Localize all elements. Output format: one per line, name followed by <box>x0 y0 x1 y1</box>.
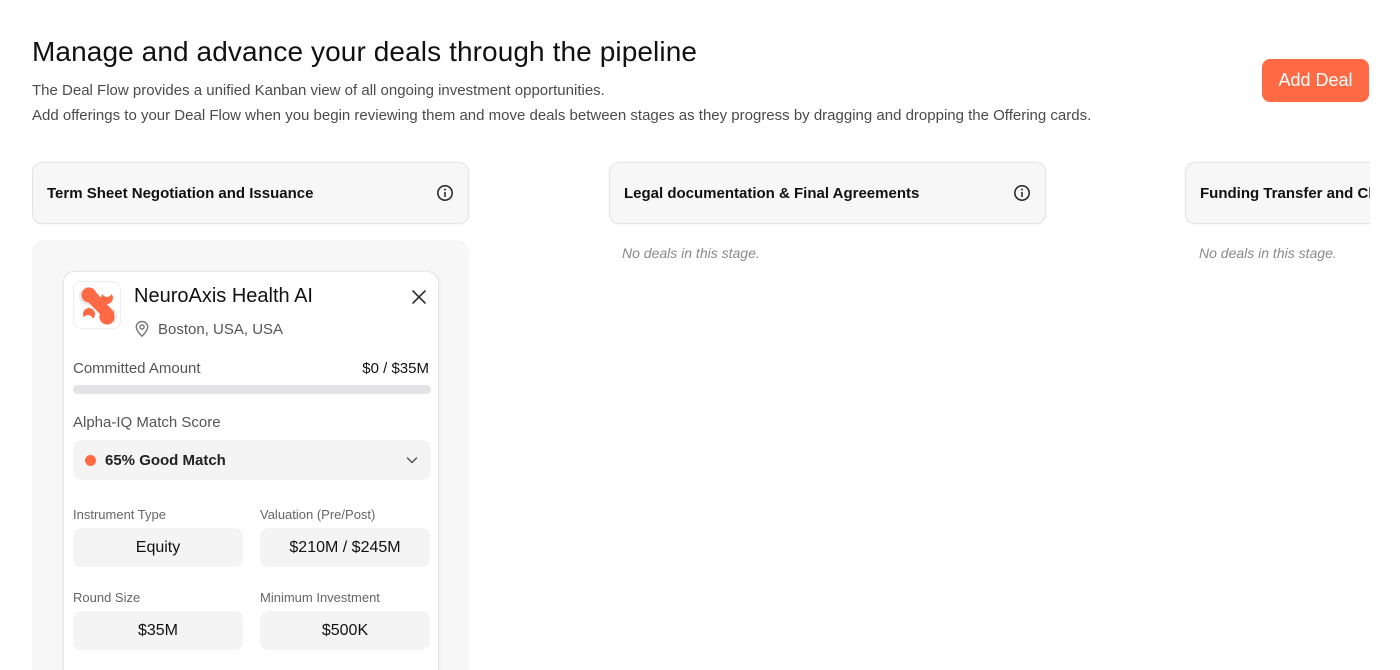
instrument-type-label: Instrument Type <box>73 507 166 522</box>
round-size-value: $35M <box>73 611 243 650</box>
valuation-value: $210M / $245M <box>260 528 430 567</box>
instrument-type-value: Equity <box>73 528 243 567</box>
committed-progress-bar <box>73 385 431 394</box>
company-logo <box>73 281 121 329</box>
match-score-label: Alpha-IQ Match Score <box>73 414 221 431</box>
kanban-board: Term Sheet Negotiation and Issuance Neur… <box>0 0 1370 670</box>
committed-amount-label: Committed Amount <box>73 360 201 377</box>
match-score-value: 65% Good Match <box>105 451 226 469</box>
info-icon[interactable] <box>1013 184 1031 202</box>
deal-card[interactable]: NeuroAxis Health AI Boston, USA, USA Com… <box>63 271 439 670</box>
column-header-funding-transfer[interactable]: Funding Transfer and Closing <box>1185 162 1370 224</box>
column-header-term-sheet[interactable]: Term Sheet Negotiation and Issuance <box>32 162 469 224</box>
round-size-label: Round Size <box>73 590 141 605</box>
column-title: Term Sheet Negotiation and Issuance <box>47 184 314 202</box>
page-title: Manage and advance your deals through th… <box>32 36 698 67</box>
empty-stage-note: No deals in this stage. <box>1199 245 1337 261</box>
empty-stage-note: No deals in this stage. <box>622 245 760 261</box>
column-title: Legal documentation & Final Agreements <box>624 184 920 202</box>
match-status-dot <box>85 454 96 466</box>
location-pin-icon <box>134 320 150 338</box>
column-title: Funding Transfer and Closing <box>1200 184 1370 202</box>
committed-amount-value: $0 / $35M <box>362 360 429 377</box>
deal-flow-page: Manage and advance your deals through th… <box>0 0 1400 670</box>
company-name[interactable]: NeuroAxis Health AI <box>134 285 313 308</box>
chevron-down-icon <box>405 453 419 467</box>
company-location: Boston, USA, USA <box>134 320 283 338</box>
column-header-legal-documentation[interactable]: Legal documentation & Final Agreements <box>609 162 1046 224</box>
page-subtitle-line1: The Deal Flow provides a unified Kanban … <box>32 82 605 99</box>
close-icon[interactable] <box>410 288 428 306</box>
add-deal-button[interactable]: Add Deal <box>1262 59 1369 102</box>
page-subtitle-line2: Add offerings to your Deal Flow when you… <box>32 107 1092 124</box>
match-score-dropdown[interactable]: 65% Good Match <box>73 440 431 480</box>
location-text: Boston, USA, USA <box>158 320 284 338</box>
minimum-investment-value: $500K <box>260 611 430 650</box>
valuation-label: Valuation (Pre/Post) <box>260 507 376 522</box>
minimum-investment-label: Minimum Investment <box>260 590 380 605</box>
info-icon[interactable] <box>436 184 454 202</box>
